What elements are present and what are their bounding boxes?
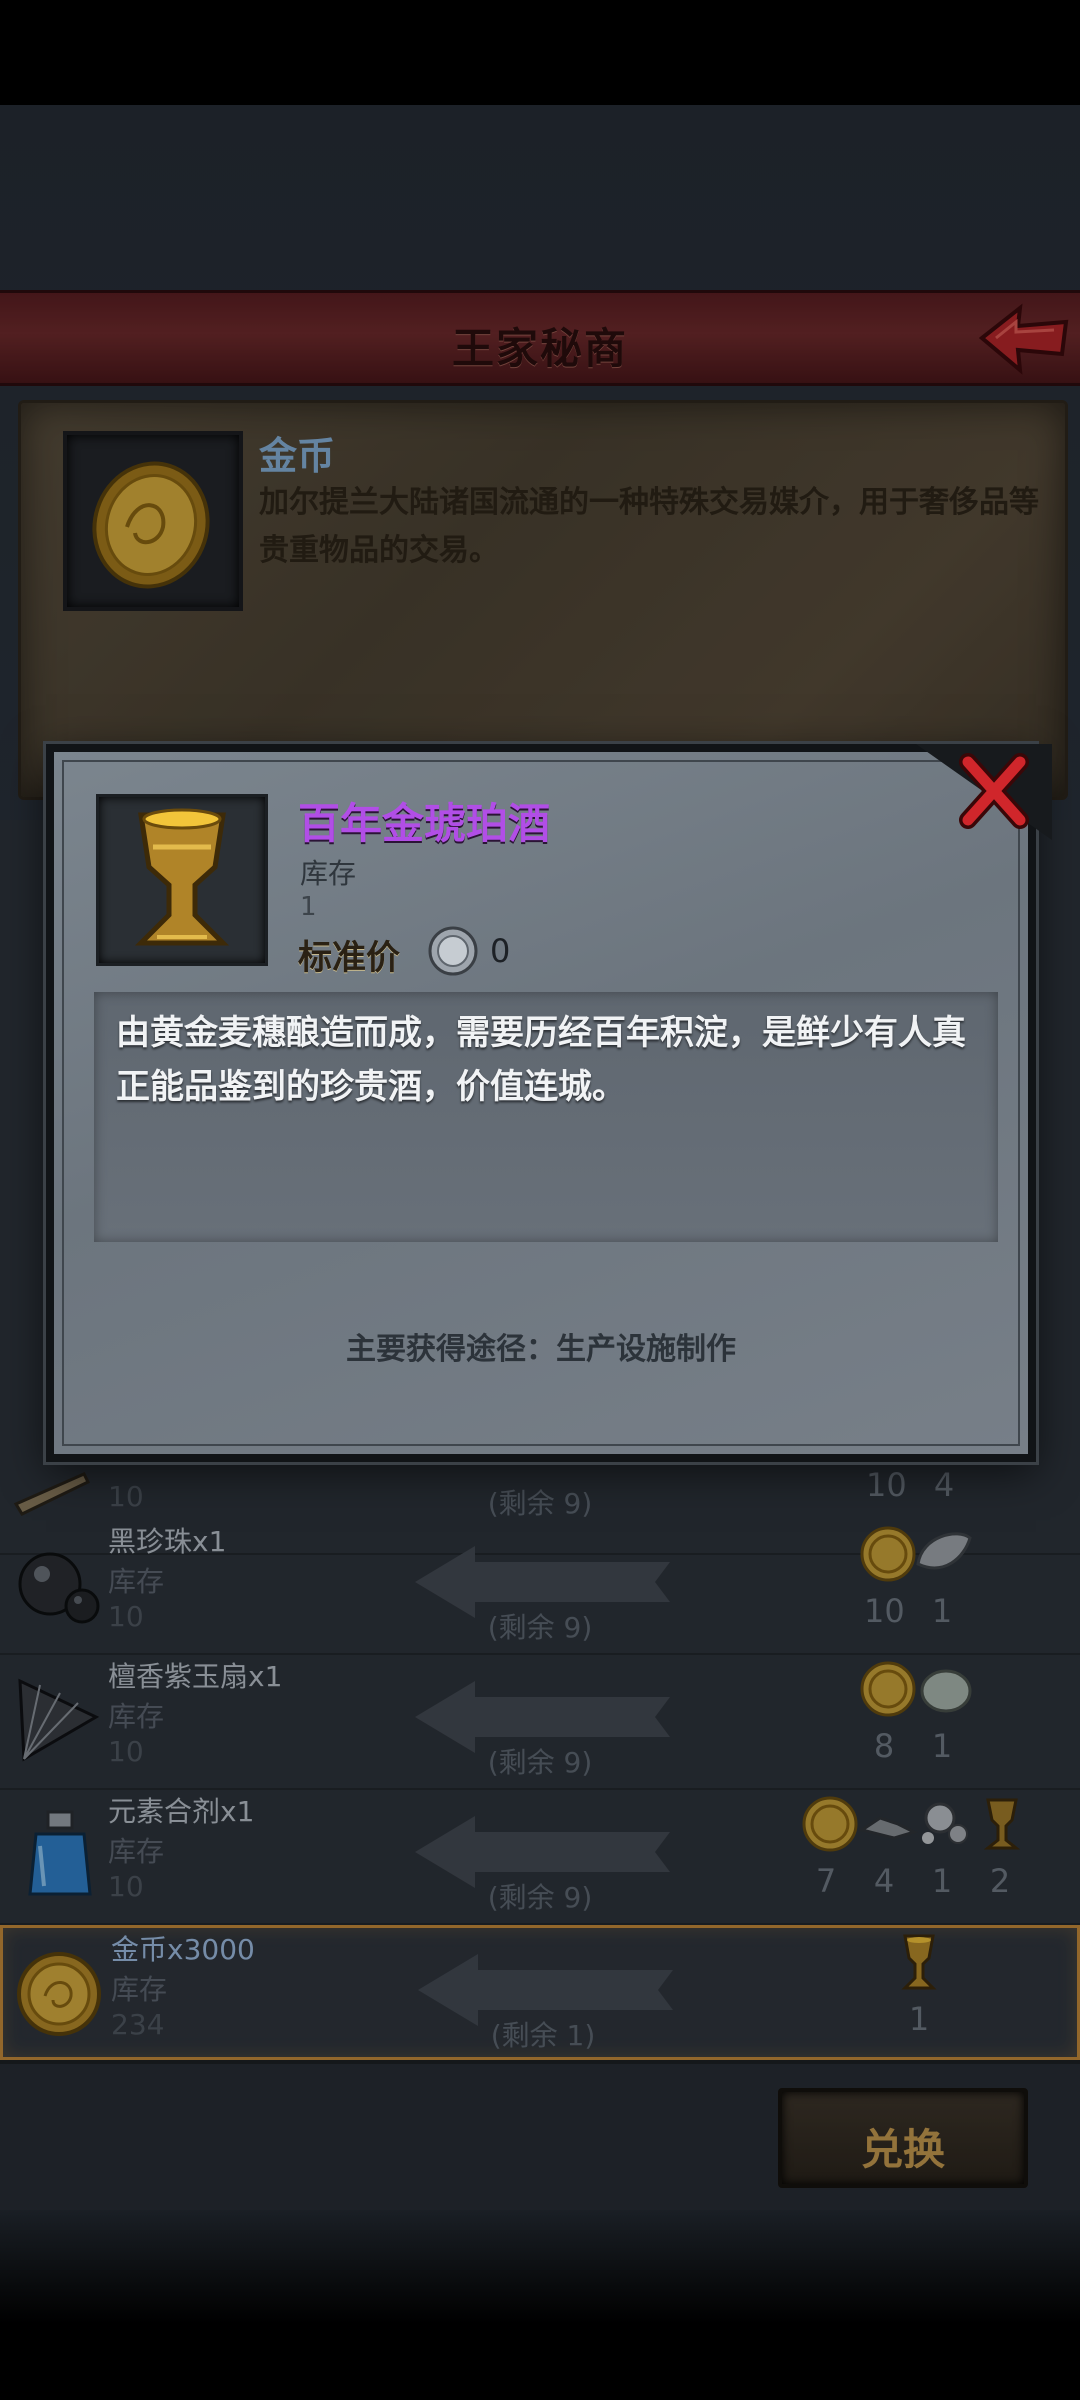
- modal-item-title: 百年金琥珀酒: [298, 799, 551, 848]
- modal-stock-value: 1: [300, 892, 317, 922]
- modal-price-value: 0: [490, 932, 511, 970]
- modal-price-label: 标准价: [298, 938, 400, 978]
- modal-stock-label: 库存: [300, 857, 357, 890]
- close-x-icon[interactable]: [954, 752, 1034, 832]
- bottom-area: [0, 2210, 1080, 2400]
- golden-goblet-icon: [134, 808, 230, 946]
- status-bar-area: [0, 0, 1080, 105]
- modal-item-icon-frame: [96, 794, 268, 966]
- modal-source: 主要获得途径：生产设施制作: [346, 1332, 736, 1367]
- modal-description-box: 由黄金麦穗酿造而成，需要历经百年积淀，是鲜少有人真正能品鉴到的珍贵酒，价值连城。: [94, 992, 998, 1242]
- modal-description: 由黄金麦穗酿造而成，需要历经百年积淀，是鲜少有人真正能品鉴到的珍贵酒，价值连城。: [116, 1013, 966, 1107]
- silver-coin-icon: [428, 926, 478, 976]
- item-info-modal: 百年金琥珀酒 库存 1 标准价 0 由黄金麦穗酿造而成，需要历经百年积淀，是鲜少…: [46, 744, 1052, 1462]
